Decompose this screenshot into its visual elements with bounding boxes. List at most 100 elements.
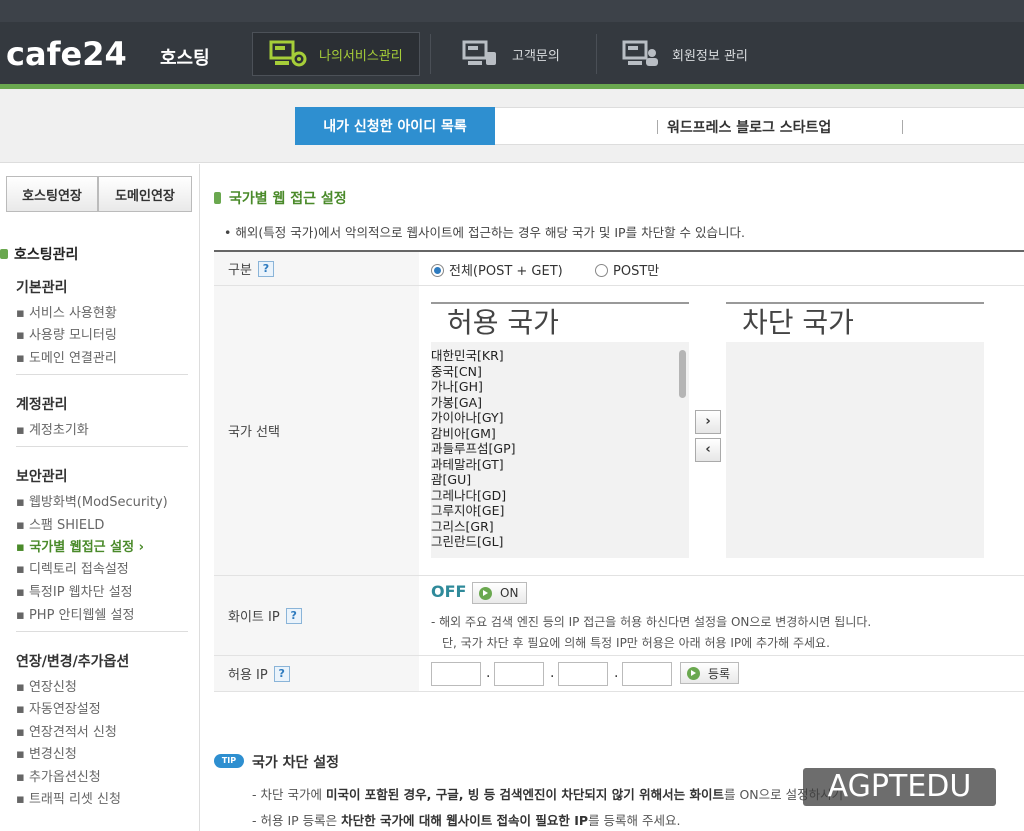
country-option[interactable]: 감비아[GM]: [431, 426, 689, 442]
ip-octet-2-input[interactable]: [494, 662, 544, 686]
server-gear-icon: [269, 39, 309, 69]
row-type-label: 구분?: [214, 252, 419, 285]
country-option[interactable]: 중국[CN]: [431, 364, 689, 380]
sidebar-item-extend-request[interactable]: ▪ 연장신청: [16, 676, 77, 695]
header: cafe24 호스팅 나의서비스관리 고객문의 회원정보 관리: [0, 22, 1024, 84]
sidebar-item-waf[interactable]: ▪ 웹방화벽(ModSecurity): [16, 491, 168, 510]
title-bullet-icon: [214, 192, 221, 204]
server-phone-icon: [462, 39, 502, 69]
white-ip-status: OFF: [431, 582, 467, 601]
blocked-country-list[interactable]: 차단 국가: [726, 302, 984, 558]
register-button[interactable]: 등록: [680, 662, 740, 684]
nav-my-services-label: 나의서비스관리: [319, 48, 403, 64]
nav-customer-inquiry-label: 고객문의: [512, 48, 560, 64]
radio-post[interactable]: POST만: [595, 260, 659, 279]
help-icon[interactable]: ?: [273, 665, 290, 682]
ip-dot: .: [550, 665, 555, 681]
country-option[interactable]: 그리스[GR]: [431, 519, 689, 535]
sidebar-item-change-request[interactable]: ▪ 변경신청: [16, 743, 77, 762]
tip-line-2: - 허용 IP 등록은 차단한 국가에 대해 웹사이트 접속이 필요한 IP를 …: [252, 813, 681, 828]
nav-divider: [430, 34, 431, 74]
sidebar: 호스팅연장 도메인연장 호스팅관리 기본관리 ▪ 서비스 사용현황 ▪ 사용량 …: [0, 164, 200, 831]
sidebar-group-account: 계정관리: [16, 397, 68, 413]
white-ip-on-button[interactable]: ON: [472, 582, 528, 604]
sidebar-section-hosting: 호스팅관리: [0, 244, 78, 264]
tab-divider: [657, 120, 658, 134]
country-option[interactable]: 그루지야[GE]: [431, 503, 689, 519]
sidebar-item-auto-extend[interactable]: ▪ 자동연장설정: [16, 698, 101, 717]
country-option[interactable]: 과들루프섬[GP]: [431, 441, 689, 457]
sidebar-item-traffic-reset[interactable]: ▪ 트래픽 리셋 신청: [16, 788, 121, 807]
sidebar-item-account-reset[interactable]: ▪ 계정초기화: [16, 419, 89, 438]
nav-customer-inquiry[interactable]: 고객문의: [462, 32, 560, 76]
watermark: AGPTEDU: [803, 768, 996, 806]
tab-wordpress-label: 워드프레스 블로그 스타트업: [667, 120, 832, 136]
scrollbar[interactable]: [679, 350, 686, 398]
row-country-label: 국가 선택: [214, 286, 419, 575]
server-user-icon: [622, 39, 662, 69]
section-bullet-icon: [0, 249, 8, 259]
sidebar-item-directory-access[interactable]: ▪ 디렉토리 접속설정: [16, 558, 129, 577]
play-icon: [479, 586, 492, 600]
sidebar-item-country-access[interactable]: ▪ 국가별 웹접근 설정 ›: [16, 536, 144, 555]
country-option[interactable]: 가봉[GA]: [431, 395, 689, 411]
hosting-extend-button[interactable]: 호스팅연장: [6, 176, 98, 212]
row-white-ip-label: 화이트 IP?: [214, 576, 419, 655]
tab-divider: [902, 120, 903, 134]
help-icon[interactable]: ?: [257, 260, 274, 277]
sidebar-item-domain-connect[interactable]: ▪ 도메인 연결관리: [16, 347, 117, 366]
sidebar-item-usage-monitor[interactable]: ▪ 사용량 모니터링: [16, 324, 117, 343]
tab-wordpress[interactable]: 워드프레스 블로그 스타트업: [495, 107, 1024, 145]
radio-all[interactable]: 전체(POST + GET): [431, 260, 563, 279]
ip-octet-3-input[interactable]: [558, 662, 608, 686]
logo[interactable]: cafe24: [6, 35, 127, 73]
country-option[interactable]: 대한민국[KR]: [431, 348, 689, 364]
main-content: 국가별 웹 접근 설정 • 해외(특정 국가)에서 악의적으로 웹사이트에 접근…: [210, 164, 1024, 831]
nav-my-services[interactable]: 나의서비스관리: [252, 32, 420, 76]
tab-my-ids[interactable]: 내가 신청한 아이디 목록: [295, 107, 495, 145]
page-title-label: 국가별 웹 접근 설정: [229, 191, 347, 207]
country-option[interactable]: 과테말라[GT]: [431, 457, 689, 473]
country-option[interactable]: 그린란드[GL]: [431, 534, 689, 550]
tip-badge: TIP: [214, 754, 244, 768]
logo-subtitle: 호스팅: [160, 48, 210, 69]
sidebar-item-service-usage[interactable]: ▪ 서비스 사용현황: [16, 302, 117, 321]
ip-octet-1-input[interactable]: [431, 662, 481, 686]
sidebar-group-extend: 연장/변경/추가옵션: [16, 654, 130, 670]
sidebar-group-basic: 기본관리: [16, 280, 68, 296]
sidebar-section-label: 호스팅관리: [14, 247, 79, 263]
row-allow-ip-label: 허용 IP?: [214, 656, 419, 691]
ip-dot: .: [486, 665, 491, 681]
help-icon[interactable]: ?: [285, 607, 302, 624]
blocked-country-heading: 차단 국가: [726, 304, 984, 342]
move-right-button[interactable]: ›: [695, 410, 721, 434]
sidebar-divider: [16, 446, 188, 447]
allowed-country-list[interactable]: 허용 국가 대한민국[KR] 중국[CN] 가나[GH] 가봉[GA] 가이아나[GY]…: [431, 302, 689, 558]
sidebar-item-ip-block[interactable]: ▪ 특정IP 웹차단 설정: [16, 581, 133, 600]
row-white-ip: 화이트 IP? OFF ON - 해외 주요 검색 엔진 등의 IP 접근을 허…: [214, 576, 1024, 656]
allowed-country-heading: 허용 국가: [431, 304, 689, 342]
sidebar-divider: [16, 631, 188, 632]
row-type: 구분? 전체(POST + GET) POST만: [214, 252, 1024, 286]
row-allow-ip: 허용 IP? . . . 등록: [214, 656, 1024, 692]
country-option[interactable]: 가이아나[GY]: [431, 410, 689, 426]
sidebar-item-php-antiwebshell[interactable]: ▪ PHP 안티웹쉘 설정: [16, 604, 134, 623]
nav-divider: [596, 34, 597, 74]
white-ip-note-1: - 해외 주요 검색 엔진 등의 IP 접근을 허용 하신다면 설정을 ON으로…: [431, 615, 872, 629]
page-description: • 해외(특정 국가)에서 악의적으로 웹사이트에 접근하는 경우 해당 국가 …: [224, 225, 745, 240]
sidebar-divider: [16, 374, 188, 375]
sidebar-item-extend-quote[interactable]: ▪ 연장견적서 신청: [16, 721, 117, 740]
domain-extend-button[interactable]: 도메인연장: [98, 176, 192, 212]
ip-octet-4-input[interactable]: [622, 662, 672, 686]
sidebar-item-addon-request[interactable]: ▪ 추가옵션신청: [16, 766, 101, 785]
country-option[interactable]: 괌[GU]: [431, 472, 689, 488]
tip-title: 국가 차단 설정: [252, 755, 340, 771]
sidebar-item-spam-shield[interactable]: ▪ 스팸 SHIELD: [16, 514, 104, 533]
nav-member-info[interactable]: 회원정보 관리: [622, 32, 748, 76]
move-left-button[interactable]: ‹: [695, 438, 721, 462]
country-options[interactable]: 대한민국[KR] 중국[CN] 가나[GH] 가봉[GA] 가이아나[GY] 감비아[GM…: [431, 342, 689, 554]
tip-line-1: - 차단 국가에 미국이 포함된 경우, 구글, 빙 등 검색엔진이 차단되지 …: [252, 787, 844, 802]
country-option[interactable]: 가나[GH]: [431, 379, 689, 395]
country-option[interactable]: 그레나다[GD]: [431, 488, 689, 504]
ip-dot: .: [614, 665, 619, 681]
